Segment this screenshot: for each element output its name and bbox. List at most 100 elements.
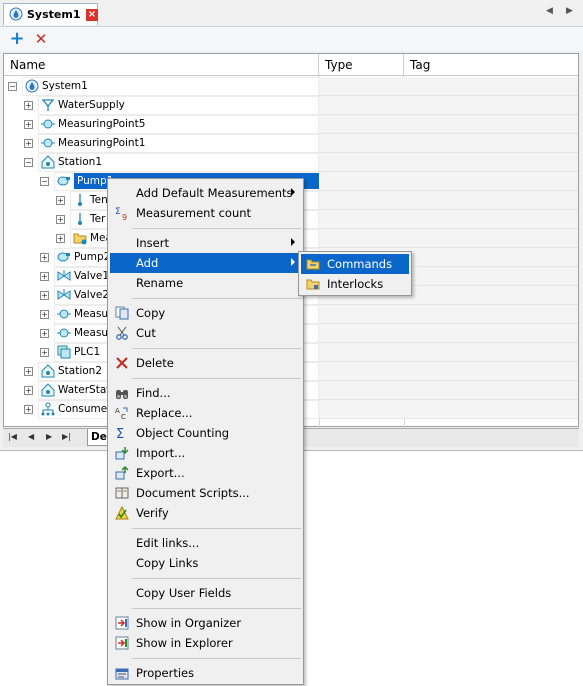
expand-icon[interactable]: + bbox=[56, 196, 65, 205]
menu-item-export[interactable]: Export... bbox=[110, 463, 301, 483]
collapse-icon[interactable]: − bbox=[40, 177, 49, 186]
menu-separator bbox=[132, 578, 301, 579]
menu-item-document-scripts[interactable]: Document Scripts... bbox=[110, 483, 301, 503]
expand-icon[interactable]: + bbox=[40, 272, 49, 281]
verify-icon bbox=[115, 505, 129, 520]
document-tab-strip: System1 × ◀ ▶ bbox=[0, 0, 583, 27]
type-cell bbox=[319, 96, 404, 115]
svg-text:A: A bbox=[115, 407, 120, 415]
type-cell bbox=[319, 191, 404, 210]
sensor-icon bbox=[73, 193, 87, 207]
menu-item-measurement-count[interactable]: Σ 9 Measurement count bbox=[110, 203, 301, 223]
tag-cell bbox=[404, 153, 578, 172]
submenu-item-commands[interactable]: Commands bbox=[301, 254, 409, 274]
menu-item-show-in-explorer[interactable]: Show in Explorer bbox=[110, 633, 301, 653]
prev-sheet-icon[interactable]: ◀ bbox=[28, 432, 34, 441]
expand-icon[interactable]: + bbox=[40, 253, 49, 262]
type-cell bbox=[319, 305, 404, 324]
tree-row[interactable]: − System1 bbox=[4, 77, 578, 96]
expand-icon[interactable]: + bbox=[24, 120, 33, 129]
menu-item-label: Cut bbox=[136, 326, 156, 340]
menu-item-cut[interactable]: Cut bbox=[110, 323, 301, 343]
last-sheet-icon[interactable]: ▶| bbox=[62, 432, 71, 441]
expand-icon[interactable]: + bbox=[24, 139, 33, 148]
submenu-item-label: Commands bbox=[327, 257, 393, 271]
expand-icon[interactable]: + bbox=[40, 291, 49, 300]
tree-node-label: PLC1 bbox=[74, 346, 101, 358]
expand-icon[interactable]: + bbox=[24, 367, 33, 376]
menu-separator bbox=[132, 348, 301, 349]
tree-row[interactable]: + WaterSupply bbox=[4, 96, 578, 115]
menu-separator bbox=[132, 228, 301, 229]
menu-item-delete[interactable]: Delete bbox=[110, 353, 301, 373]
collapse-icon[interactable]: − bbox=[24, 158, 33, 167]
type-cell bbox=[319, 381, 404, 400]
delete-icon bbox=[115, 356, 129, 370]
delete-button[interactable]: ✕ bbox=[31, 29, 51, 49]
menu-item-copy[interactable]: Copy bbox=[110, 303, 301, 323]
expand-icon[interactable]: + bbox=[56, 234, 65, 243]
measuring-point-icon bbox=[57, 307, 71, 321]
scroll-left-icon[interactable]: ◀ bbox=[546, 6, 553, 16]
drop-icon bbox=[9, 7, 23, 24]
menu-item-label: Delete bbox=[136, 356, 174, 370]
menu-item-add[interactable]: Add bbox=[110, 253, 301, 273]
menu-item-show-in-organizer[interactable]: Show in Organizer bbox=[110, 613, 301, 633]
type-cell bbox=[319, 210, 404, 229]
column-header-type[interactable]: Type bbox=[319, 54, 404, 76]
submenu-item-interlocks[interactable]: Interlocks bbox=[301, 274, 409, 294]
next-sheet-icon[interactable]: ▶ bbox=[46, 432, 52, 441]
menu-item-edit-links[interactable]: Edit links... bbox=[110, 533, 301, 553]
menu-item-find[interactable]: Find... bbox=[110, 383, 301, 403]
scroll-right-icon[interactable]: ▶ bbox=[566, 6, 573, 16]
menu-item-properties[interactable]: Properties bbox=[110, 663, 301, 683]
type-cell bbox=[319, 134, 404, 153]
menu-item-insert[interactable]: Insert bbox=[110, 233, 301, 253]
tree-row[interactable]: + MeasuringPoint5 bbox=[4, 115, 578, 134]
menu-item-import[interactable]: Import... bbox=[110, 443, 301, 463]
tree-node-label: Station2 bbox=[58, 365, 103, 377]
copy-icon bbox=[115, 306, 129, 320]
menu-item-label: Show in Explorer bbox=[136, 636, 233, 650]
sigma-count-icon: Σ9 bbox=[115, 206, 129, 222]
menu-item-add-default-measurements[interactable]: Add Default Measurements bbox=[110, 183, 301, 203]
close-tab-button[interactable]: × bbox=[86, 9, 98, 21]
menu-item-copy-links[interactable]: Copy Links bbox=[110, 553, 301, 573]
menu-item-copy-user-fields[interactable]: Copy User Fields bbox=[110, 583, 301, 603]
tag-cell bbox=[404, 172, 578, 191]
sensor-icon bbox=[73, 212, 87, 226]
expand-icon[interactable]: + bbox=[24, 386, 33, 395]
menu-item-label: Properties bbox=[136, 666, 195, 680]
column-header-name[interactable]: Name bbox=[4, 54, 319, 76]
type-cell bbox=[319, 362, 404, 381]
measuring-point-icon bbox=[41, 136, 55, 150]
folder-icon bbox=[73, 231, 87, 245]
export-icon bbox=[115, 465, 129, 480]
expand-icon[interactable]: + bbox=[40, 348, 49, 357]
tab-system1[interactable]: System1 × bbox=[3, 3, 98, 25]
expand-icon[interactable]: + bbox=[56, 215, 65, 224]
first-sheet-icon[interactable]: |◀ bbox=[8, 432, 17, 441]
collapse-icon[interactable]: − bbox=[8, 82, 17, 91]
menu-item-label: Copy Links bbox=[136, 556, 199, 570]
menu-item-rename[interactable]: Rename bbox=[110, 273, 301, 293]
expand-icon[interactable]: + bbox=[24, 405, 33, 414]
menu-item-object-counting[interactable]: Σ Object Counting bbox=[110, 423, 301, 443]
tag-cell bbox=[404, 77, 578, 96]
submenu-arrow-icon bbox=[291, 188, 295, 196]
menu-item-verify[interactable]: Verify bbox=[110, 503, 301, 523]
menu-item-label: Copy User Fields bbox=[136, 586, 232, 600]
tab-title: System1 bbox=[27, 8, 81, 21]
expand-icon[interactable]: + bbox=[40, 310, 49, 319]
menu-separator bbox=[132, 298, 301, 299]
add-button[interactable]: + bbox=[7, 29, 27, 49]
tag-cell bbox=[404, 305, 578, 324]
expand-icon[interactable]: + bbox=[24, 101, 33, 110]
tree-node-label: MeasuringPoint1 bbox=[58, 137, 146, 149]
menu-item-replace[interactable]: A C Replace... bbox=[110, 403, 301, 423]
tree-row[interactable]: − Station1 bbox=[4, 153, 578, 172]
column-header-tag[interactable]: Tag bbox=[404, 54, 578, 76]
type-cell bbox=[319, 115, 404, 134]
tree-row[interactable]: + MeasuringPoint1 bbox=[4, 134, 578, 153]
expand-icon[interactable]: + bbox=[40, 329, 49, 338]
